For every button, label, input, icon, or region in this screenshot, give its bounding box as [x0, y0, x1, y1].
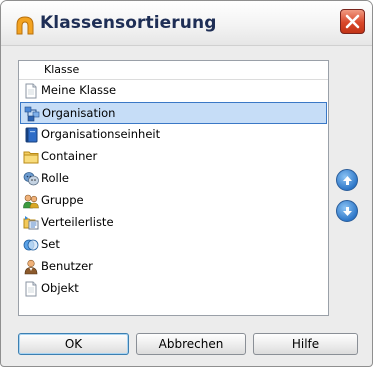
user-icon	[23, 259, 39, 275]
list-item[interactable]: Organisation	[20, 102, 327, 124]
book-icon	[23, 127, 39, 143]
list-item[interactable]: Container	[20, 146, 327, 168]
role-icon	[23, 171, 39, 187]
list-item-label: Benutzer	[41, 259, 93, 273]
move-down-button[interactable]	[336, 200, 358, 222]
list-item[interactable]: Rolle	[20, 168, 327, 190]
set-icon	[23, 237, 39, 253]
list-item-label: Verteilerliste	[41, 215, 114, 229]
class-list[interactable]: Klasse Meine Klasse Organisation Organisat…	[18, 60, 329, 316]
column-header-klasse[interactable]: Klasse	[19, 61, 328, 80]
list-item-label: Set	[41, 237, 60, 251]
list-item[interactable]: Objekt	[20, 278, 327, 300]
list-item-label: Organisationseinheit	[41, 127, 161, 141]
list-item[interactable]: Set	[20, 234, 327, 256]
list-item-label: Rolle	[41, 171, 69, 185]
list-item[interactable]: Verteilerliste	[20, 212, 327, 234]
list-item-label: Organisation	[42, 106, 116, 120]
document-icon	[23, 83, 39, 99]
list-item[interactable]: Meine Klasse	[20, 80, 327, 102]
arrow-up-icon	[343, 176, 352, 185]
arch-app-icon	[15, 15, 35, 35]
folder-icon	[23, 149, 39, 165]
list-item-label: Meine Klasse	[41, 83, 117, 97]
list-item[interactable]: Organisationseinheit	[20, 124, 327, 146]
cancel-button[interactable]: Abbrechen	[136, 333, 246, 355]
close-icon	[345, 14, 360, 29]
list-item[interactable]: Benutzer	[20, 256, 327, 278]
list-item-label: Gruppe	[41, 193, 84, 207]
dialog-title: Klassensortierung	[40, 13, 217, 33]
title-bar: Klassensortierung	[1, 1, 372, 46]
close-button[interactable]	[340, 9, 365, 34]
document-icon	[23, 281, 39, 297]
group-icon	[23, 193, 39, 209]
organisation-icon	[24, 106, 40, 122]
list-item[interactable]: Gruppe	[20, 190, 327, 212]
list-item-label: Container	[41, 149, 98, 163]
column-header-label: Klasse	[44, 63, 80, 76]
dialog-window: Klassensortierung Klasse Meine Klasse Org…	[0, 0, 373, 367]
distribution-list-icon	[23, 215, 39, 231]
arrow-down-icon	[343, 207, 352, 216]
help-button[interactable]: Hilfe	[253, 333, 358, 355]
move-up-button[interactable]	[336, 169, 358, 191]
ok-button[interactable]: OK	[18, 333, 129, 355]
list-item-label: Objekt	[41, 281, 79, 295]
